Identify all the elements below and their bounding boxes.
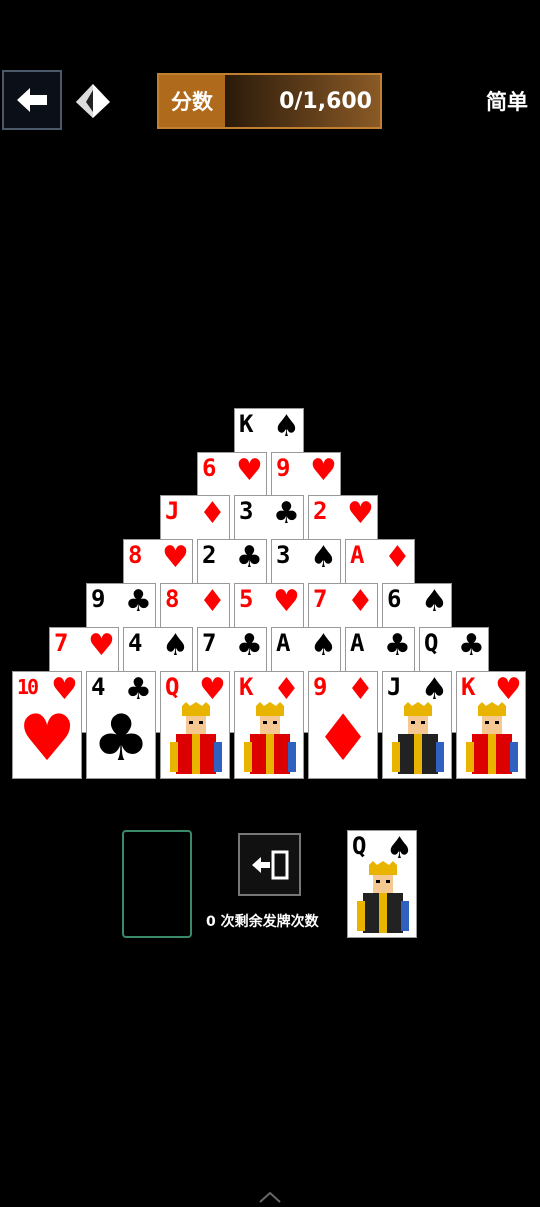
score-label: 分数 xyxy=(159,75,225,127)
card-rank: 4 xyxy=(91,673,106,701)
stock-pile-empty[interactable] xyxy=(122,830,192,938)
card-rank: 8 xyxy=(128,541,143,569)
card-suit-icon: ♥ xyxy=(347,496,374,531)
pyramid-card-r7-c2[interactable]: 4 ♣ ♣ xyxy=(86,671,156,779)
card-suit-icon: ♣ xyxy=(273,496,300,531)
card-rank: Q xyxy=(352,832,367,860)
score-display: 分数 0/1,600 xyxy=(157,73,382,129)
card-suit-icon: ♦ xyxy=(199,496,226,531)
pyramid-card-r7-c4[interactable]: K ♦ xyxy=(234,671,304,779)
card-suit-icon: ♦ xyxy=(199,584,226,619)
card-suit-icon: ♠ xyxy=(421,584,448,619)
redeal-button[interactable] xyxy=(238,833,301,896)
card-suit-icon: ♣ xyxy=(384,628,411,663)
card-rank: 9 xyxy=(313,673,328,701)
home-indicator-icon[interactable] xyxy=(258,1190,282,1204)
redeal-icon xyxy=(251,850,288,879)
card-rank: 7 xyxy=(313,585,328,613)
card-rank: J xyxy=(165,497,180,525)
card-suit-icon: ♥ xyxy=(88,628,115,663)
card-rank: J xyxy=(387,673,402,701)
card-rank: K xyxy=(239,673,254,701)
card-rank: A xyxy=(350,541,365,569)
card-suit-icon: ♠ xyxy=(310,540,337,575)
card-suit-icon: ♥ xyxy=(310,453,337,488)
redeal-count-text: 0 次剩余发牌次数 xyxy=(206,914,319,930)
card-rank: 2 xyxy=(313,497,328,525)
face-portrait-icon xyxy=(466,702,518,774)
card-rank: 2 xyxy=(202,541,217,569)
pyramid-card-r7-c7[interactable]: K ♥ xyxy=(456,671,526,779)
card-suit-icon: ♥ xyxy=(273,584,300,619)
card-rank: 3 xyxy=(276,541,291,569)
card-suit-icon: ♥ xyxy=(162,540,189,575)
back-arrow-icon xyxy=(17,88,47,112)
pyramid-logo-icon xyxy=(76,84,110,118)
card-rank: 4 xyxy=(128,629,143,657)
card-suit-icon: ♠ xyxy=(162,628,189,663)
card-suit-icon: ♥ xyxy=(236,453,263,488)
card-suit-icon: ♠ xyxy=(310,628,337,663)
face-portrait-icon xyxy=(244,702,296,774)
difficulty-label[interactable]: 简单 xyxy=(486,86,528,116)
pyramid-card-r7-c1[interactable]: 10 ♥ ♥ xyxy=(12,671,82,779)
card-center-suit-icon: ♣ xyxy=(92,702,150,776)
card-suit-icon: ♣ xyxy=(236,628,263,663)
card-rank: Q xyxy=(165,673,180,701)
card-suit-icon: ♣ xyxy=(125,584,152,619)
card-rank: 9 xyxy=(91,585,106,613)
face-portrait-icon xyxy=(357,861,409,933)
score-value: 0/1,600 xyxy=(225,75,380,127)
card-rank: 7 xyxy=(54,629,69,657)
card-rank: 3 xyxy=(239,497,254,525)
back-button[interactable] xyxy=(2,70,62,130)
face-portrait-icon xyxy=(392,702,444,774)
card-rank: A xyxy=(276,629,291,657)
card-rank: 5 xyxy=(239,585,254,613)
card-suit-icon: ♣ xyxy=(236,540,263,575)
card-suit-icon: ♦ xyxy=(347,584,374,619)
pyramid-card-r7-c3[interactable]: Q ♥ xyxy=(160,671,230,779)
card-rank: Q xyxy=(424,629,439,657)
card-rank: 6 xyxy=(202,454,217,482)
face-portrait-icon xyxy=(170,702,222,774)
card-center-suit-icon: ♦ xyxy=(314,702,372,776)
top-bar: 分数 0/1,600 简单 xyxy=(0,0,540,140)
pyramid-card-r7-c6[interactable]: J ♠ xyxy=(382,671,452,779)
card-suit-icon: ♣ xyxy=(458,628,485,663)
card-rank: 9 xyxy=(276,454,291,482)
card-suit-icon: ♦ xyxy=(384,540,411,575)
card-rank: A xyxy=(350,629,365,657)
card-rank: K xyxy=(239,410,254,438)
card-suit-icon: ♠ xyxy=(273,409,300,444)
card-rank: K xyxy=(461,673,476,701)
card-rank: 6 xyxy=(387,585,402,613)
card-center-suit-icon: ♥ xyxy=(18,702,76,776)
waste-top-card[interactable]: Q ♠ xyxy=(347,830,417,938)
card-rank: 10 xyxy=(17,675,39,699)
card-rank: 7 xyxy=(202,629,217,657)
pyramid-card-r7-c5[interactable]: 9 ♦ ♦ xyxy=(308,671,378,779)
card-rank: 8 xyxy=(165,585,180,613)
